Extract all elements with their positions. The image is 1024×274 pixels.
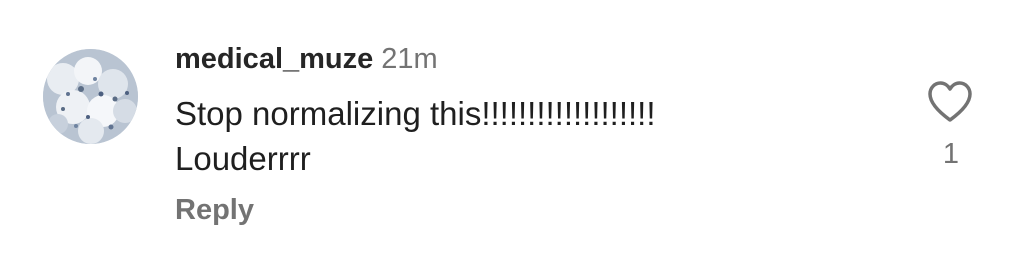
like-button[interactable] xyxy=(926,80,974,124)
avatar[interactable] xyxy=(43,49,138,144)
heart-outline-icon xyxy=(928,81,972,122)
timestamp: 21m xyxy=(381,43,438,75)
comment-text-line: Stop normalizing this!!!!!!!!!!!!!!!!!!! xyxy=(175,95,656,132)
flowers-avatar-image xyxy=(43,49,138,144)
comment-text-line: Louderrrr xyxy=(175,140,311,177)
comment-text: Stop normalizing this!!!!!!!!!!!!!!!!!!!… xyxy=(175,91,875,181)
comment-header: medical_muze 21m xyxy=(175,40,438,83)
like-count: 1 xyxy=(942,138,960,170)
comment: medical_muze 21m Stop normalizing this!!!… xyxy=(0,0,1024,274)
username[interactable]: medical_muze xyxy=(175,43,373,75)
reply-button[interactable]: Reply xyxy=(175,191,254,229)
